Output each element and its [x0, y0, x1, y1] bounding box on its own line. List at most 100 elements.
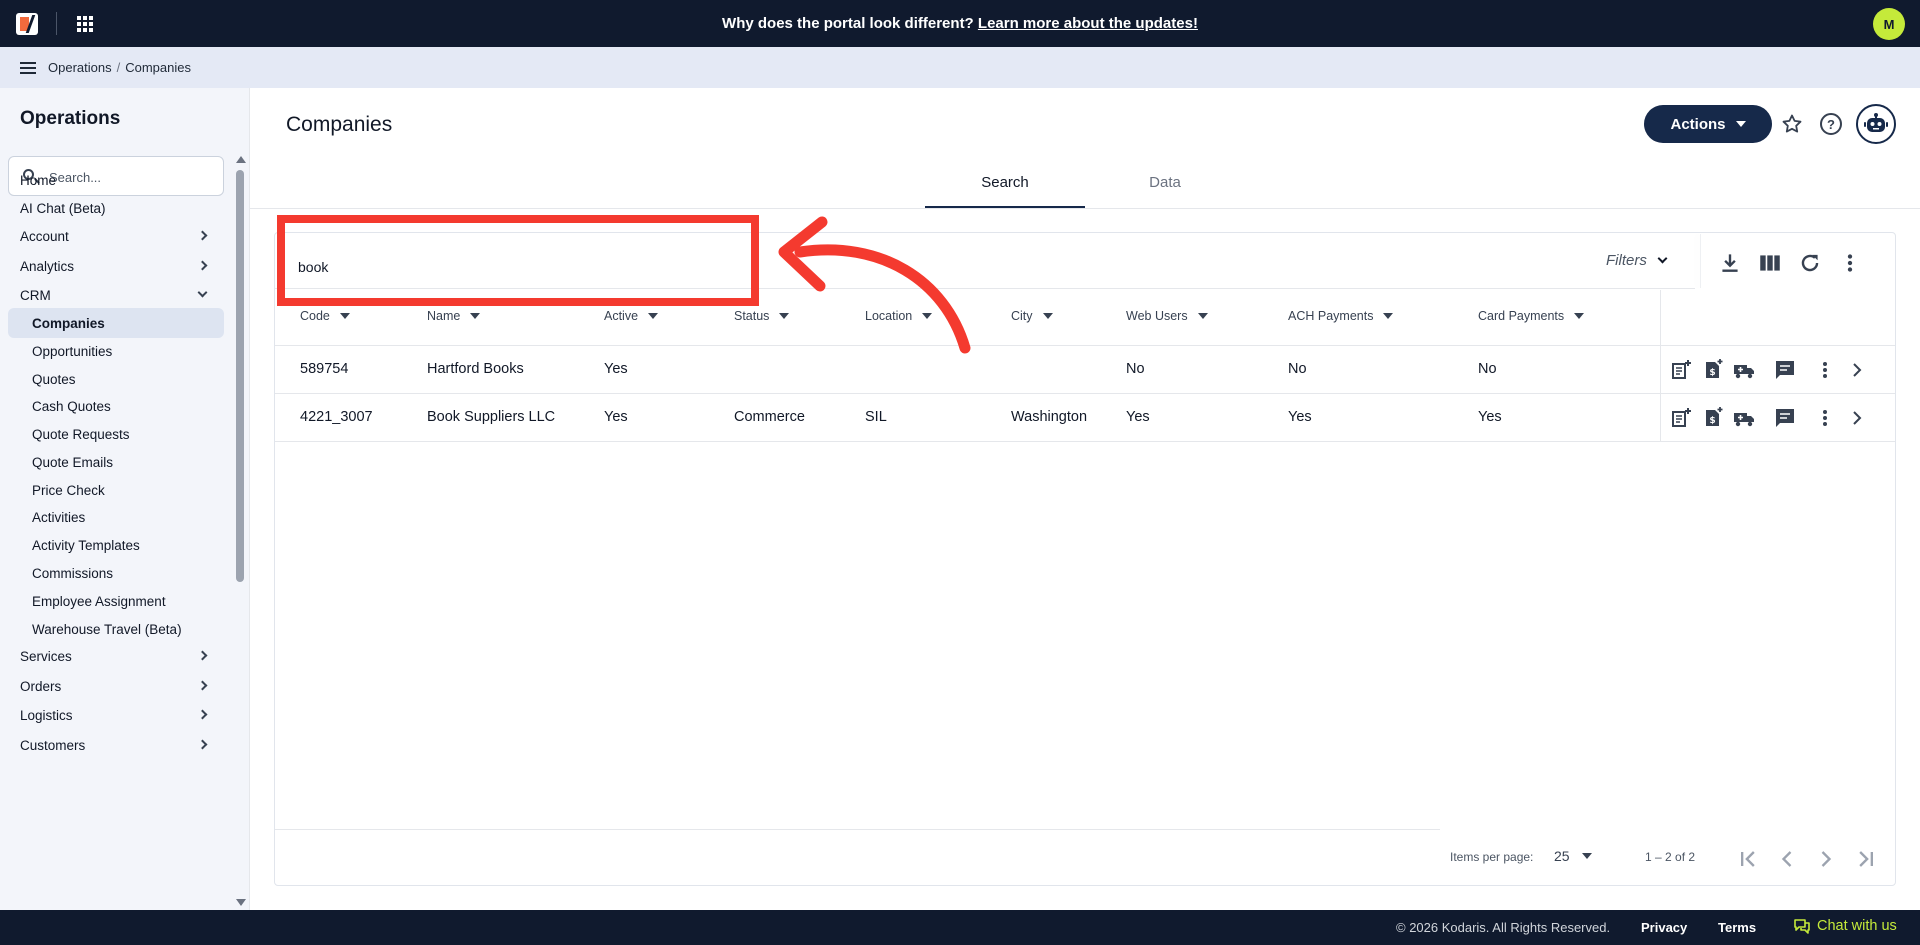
- new-invoice-icon[interactable]: $: [1701, 358, 1725, 382]
- first-page-icon[interactable]: [1734, 845, 1762, 873]
- table-cell-card-payments: No: [1478, 361, 1497, 377]
- sidebar-item-activities[interactable]: Activities: [8, 502, 224, 532]
- more-vert-icon[interactable]: [1813, 406, 1837, 430]
- apps-grid-icon[interactable]: [77, 16, 93, 32]
- row-divider: [275, 393, 1895, 394]
- last-page-icon[interactable]: [1852, 845, 1880, 873]
- sidebar-item-analytics[interactable]: Analytics: [8, 251, 224, 281]
- column-header-web-users[interactable]: Web Users: [1126, 309, 1208, 323]
- tab-search[interactable]: Search: [925, 174, 1085, 208]
- table-cell-name: Hartford Books: [427, 361, 524, 377]
- announcement-text: Why does the portal look different?: [722, 15, 974, 32]
- table-cell-city: Washington: [1011, 409, 1088, 425]
- new-quote-icon[interactable]: [1669, 406, 1693, 430]
- new-quote-icon[interactable]: [1669, 358, 1693, 382]
- announcement-link[interactable]: Learn more about the updates!: [978, 15, 1198, 32]
- chat-label: Chat with us: [1817, 918, 1897, 934]
- sidebar-item-label: Cash Quotes: [32, 398, 111, 414]
- column-header-city[interactable]: City: [1011, 309, 1053, 323]
- sidebar-item-label: Quote Emails: [32, 454, 114, 470]
- column-header-active[interactable]: Active: [604, 309, 659, 323]
- sidebar-item-commissions[interactable]: Commissions: [8, 558, 224, 588]
- star-icon[interactable]: [1780, 112, 1804, 136]
- user-avatar[interactable]: M: [1873, 8, 1905, 40]
- sidebar-item-crm[interactable]: CRM: [8, 280, 224, 310]
- sidebar-item-opportunities[interactable]: Opportunities: [8, 336, 224, 366]
- comment-icon[interactable]: [1773, 406, 1797, 430]
- column-header-name[interactable]: Name: [427, 309, 481, 323]
- action-column-divider: [1660, 290, 1661, 442]
- chevron-right-icon[interactable]: [1845, 358, 1869, 382]
- next-page-icon[interactable]: [1812, 845, 1840, 873]
- sort-caret-icon: [1042, 313, 1053, 319]
- sidebar-item-quote-requests[interactable]: Quote Requests: [8, 419, 224, 449]
- items-per-page-select[interactable]: 25: [1554, 848, 1592, 864]
- annotation-highlight-box: [277, 215, 759, 306]
- sidebar: Operations Home AI Chat (Beta) Account Anal…: [0, 88, 250, 910]
- sidebar-item-services[interactable]: Services: [8, 641, 224, 671]
- svg-text:$: $: [1709, 368, 1715, 378]
- footer-privacy-link[interactable]: Privacy: [1641, 920, 1687, 935]
- column-header-label: Code: [300, 309, 330, 323]
- footer-terms-link[interactable]: Terms: [1718, 920, 1756, 935]
- refresh-icon[interactable]: [1797, 250, 1823, 276]
- column-header-code[interactable]: Code: [300, 309, 350, 323]
- help-icon[interactable]: ?: [1820, 113, 1842, 135]
- table-cell-code: 4221_3007: [300, 409, 373, 425]
- sidebar-item-customers[interactable]: Customers: [8, 730, 224, 760]
- page-title: Companies: [286, 113, 393, 136]
- caret-down-icon: [1735, 121, 1746, 127]
- breadcrumb-section[interactable]: Operations: [48, 60, 112, 75]
- more-vert-icon[interactable]: [1813, 358, 1837, 382]
- column-header-label: ACH Payments: [1288, 309, 1374, 323]
- sidebar-item-cash-quotes[interactable]: Cash Quotes: [8, 391, 224, 421]
- column-header-label: City: [1011, 309, 1033, 323]
- sidebar-item-activity-templates[interactable]: Activity Templates: [8, 530, 224, 560]
- pagination-divider: [275, 829, 1440, 830]
- shipping-icon[interactable]: [1733, 406, 1757, 430]
- sidebar-item-quotes[interactable]: Quotes: [8, 364, 224, 394]
- more-vert-icon[interactable]: [1837, 250, 1863, 276]
- new-invoice-icon[interactable]: $: [1701, 406, 1725, 430]
- scroll-up-arrow-icon[interactable]: [236, 156, 246, 163]
- chat-with-us-button[interactable]: Chat with us: [1793, 918, 1897, 934]
- shipping-icon[interactable]: [1733, 358, 1757, 382]
- sidebar-item-warehouse-travel-beta[interactable]: Warehouse Travel (Beta): [8, 614, 224, 644]
- sidebar-item-account[interactable]: Account: [8, 221, 224, 251]
- chevron-right-icon: [197, 739, 208, 750]
- sidebar-item-employee-assignment[interactable]: Employee Assignment: [8, 586, 224, 616]
- sidebar-scrollbar[interactable]: [236, 170, 244, 582]
- kodaris-logo-icon[interactable]: [16, 13, 38, 35]
- comment-icon[interactable]: [1773, 358, 1797, 382]
- row-divider: [275, 441, 1895, 442]
- sidebar-item-label: Analytics: [20, 258, 75, 274]
- column-header-label: Active: [604, 309, 639, 323]
- sidebar-item-quote-emails[interactable]: Quote Emails: [8, 447, 224, 477]
- tab-data[interactable]: Data: [1085, 174, 1245, 208]
- table-cell-code: 589754: [300, 361, 349, 377]
- sidebar-item-label: Opportunities: [32, 343, 113, 359]
- column-header-ach-payments[interactable]: ACH Payments: [1288, 309, 1394, 323]
- sidebar-item-label: Activity Templates: [32, 537, 140, 553]
- sidebar-item-ai-chat-beta[interactable]: AI Chat (Beta): [8, 193, 224, 223]
- download-icon[interactable]: [1717, 250, 1743, 276]
- ai-assistant-icon[interactable]: [1856, 104, 1896, 144]
- columns-icon[interactable]: [1757, 250, 1783, 276]
- sidebar-item-logistics[interactable]: Logistics: [8, 700, 224, 730]
- filters-toggle[interactable]: Filters: [1606, 252, 1668, 269]
- scroll-down-arrow-icon[interactable]: [236, 899, 246, 906]
- menu-toggle-icon[interactable]: [20, 62, 36, 74]
- previous-page-icon[interactable]: [1773, 845, 1801, 873]
- sidebar-item-label: Commissions: [32, 565, 114, 581]
- sidebar-item-orders[interactable]: Orders: [8, 671, 224, 701]
- sidebar-item-label: Quotes: [32, 371, 76, 387]
- actions-button[interactable]: Actions: [1644, 105, 1772, 143]
- column-header-card-payments[interactable]: Card Payments: [1478, 309, 1585, 323]
- sidebar-item-price-check[interactable]: Price Check: [8, 475, 224, 505]
- chevron-right-icon: [197, 709, 208, 720]
- items-per-page-label: Items per page:: [1450, 850, 1534, 864]
- sidebar-item-companies[interactable]: Companies: [8, 308, 224, 338]
- chevron-right-icon[interactable]: [1845, 406, 1869, 430]
- sort-caret-icon: [1197, 313, 1208, 319]
- sidebar-item-home[interactable]: Home: [8, 165, 224, 195]
